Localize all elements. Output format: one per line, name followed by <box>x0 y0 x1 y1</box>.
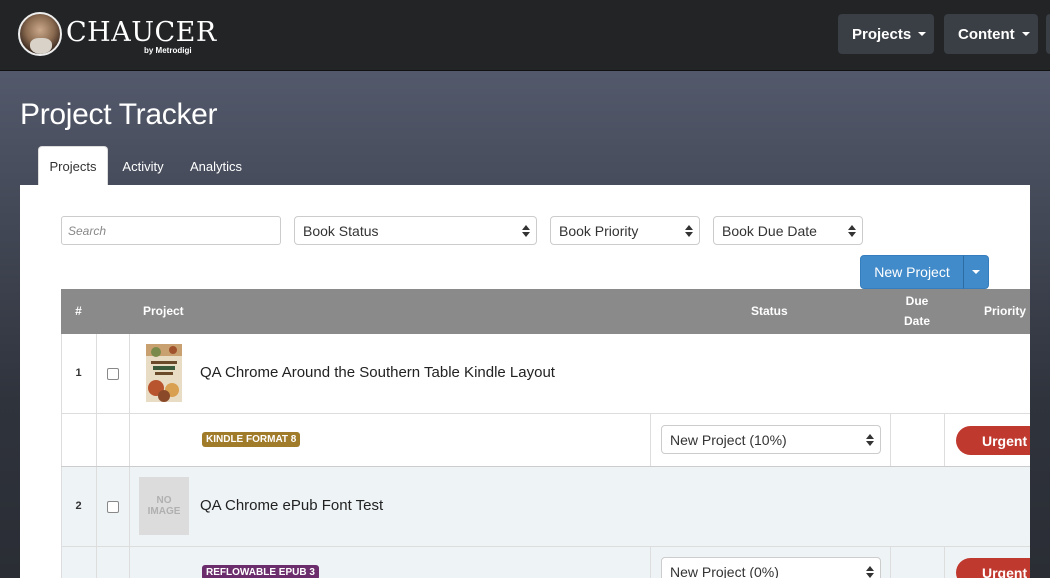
book-status-select[interactable]: Book Status <box>294 216 537 245</box>
new-project-button[interactable]: New Project <box>860 255 964 289</box>
select-arrows-icon <box>522 224 530 237</box>
projects-menu-button[interactable]: Projects <box>838 14 934 54</box>
nav-overflow-button[interactable] <box>1046 14 1050 54</box>
no-image-line1: NO <box>156 495 172 506</box>
select-arrows-icon <box>848 224 856 237</box>
select-arrows-icon <box>685 224 693 237</box>
column-header-priority[interactable]: Priority <box>984 304 1026 318</box>
table-row: 1 QA Chrome Around the Southern Table Ki… <box>61 334 1030 467</box>
logo-subtitle: by Metrodigi <box>144 46 192 55</box>
status-select[interactable]: New Project (10%) <box>661 425 881 454</box>
due-date-header-line2: Date <box>903 314 930 328</box>
projects-menu-label: Projects <box>852 25 912 43</box>
table-header: # Project Status Due Date Priority <box>61 289 1030 334</box>
row-number: 2 <box>75 500 82 512</box>
search-input[interactable]: Search <box>61 216 281 245</box>
column-header-due-date[interactable]: Due Date <box>899 294 935 328</box>
column-header-project[interactable]: Project <box>143 304 184 318</box>
tab-activity[interactable]: Activity <box>113 146 173 186</box>
no-image-placeholder[interactable]: NO IMAGE <box>139 477 189 535</box>
caret-down-icon <box>918 32 927 36</box>
priority-badge[interactable]: Urgent <box>956 426 1030 455</box>
table-row: 2 NO IMAGE QA Chrome ePub Font Test REFL… <box>61 467 1030 578</box>
new-project-dropdown-toggle[interactable] <box>963 255 989 289</box>
book-due-date-select[interactable]: Book Due Date <box>713 216 863 245</box>
chaucer-portrait-icon <box>18 12 62 56</box>
due-date-header-line1: Due <box>905 294 929 308</box>
book-cover-thumbnail[interactable] <box>146 344 182 402</box>
format-badge: KINDLE FORMAT 8 <box>202 432 301 447</box>
chaucer-logo[interactable]: CHAUCER by Metrodigi <box>18 12 216 56</box>
caret-down-icon <box>972 270 980 274</box>
tab-projects[interactable]: Projects <box>38 146 108 186</box>
logo-name: CHAUCER <box>66 17 217 48</box>
select-arrows-icon <box>866 433 874 446</box>
column-header-number: # <box>75 304 82 318</box>
column-header-status[interactable]: Status <box>751 304 788 318</box>
top-navbar: CHAUCER by Metrodigi Projects Content <box>0 0 1050 71</box>
status-select[interactable]: New Project (0%) <box>661 557 881 578</box>
book-priority-select[interactable]: Book Priority <box>550 216 700 245</box>
content-menu-button[interactable]: Content <box>944 14 1038 54</box>
project-title-link[interactable]: QA Chrome ePub Font Test <box>200 497 383 514</box>
book-due-date-label: Book Due Date <box>722 222 817 239</box>
status-select-value: New Project (10%) <box>670 431 787 448</box>
status-select-value: New Project (0%) <box>670 563 779 578</box>
select-arrows-icon <box>866 565 874 578</box>
format-badge: REFLOWABLE EPUB 3 <box>202 565 319 578</box>
page-title: Project Tracker <box>20 98 218 131</box>
book-priority-label: Book Priority <box>559 222 639 239</box>
book-status-label: Book Status <box>303 222 379 239</box>
tab-analytics[interactable]: Analytics <box>180 146 252 186</box>
row-number: 1 <box>75 367 82 379</box>
priority-badge[interactable]: Urgent <box>956 558 1030 578</box>
no-image-line2: IMAGE <box>147 506 181 517</box>
content-menu-label: Content <box>958 25 1015 43</box>
caret-down-icon <box>1021 32 1030 36</box>
project-title-link[interactable]: QA Chrome Around the Southern Table Kind… <box>200 364 555 381</box>
row-select-checkbox[interactable] <box>107 368 119 380</box>
row-select-checkbox[interactable] <box>107 501 119 513</box>
